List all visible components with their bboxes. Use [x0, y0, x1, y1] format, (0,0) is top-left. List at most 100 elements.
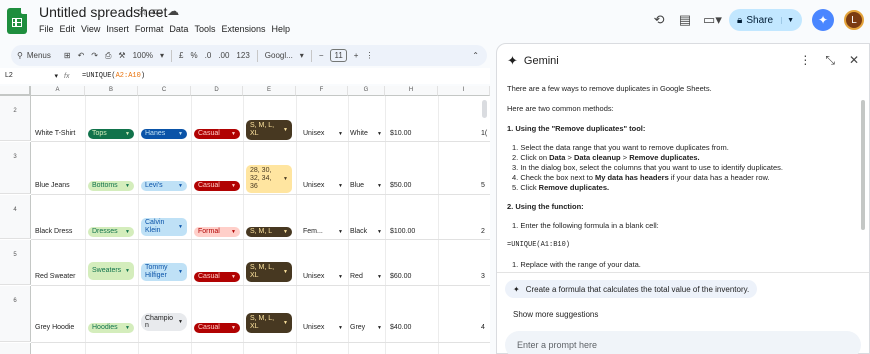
category-chip[interactable]: Tops ▼ [88, 129, 134, 139]
menu-format[interactable]: Format [135, 24, 164, 34]
cell-a4[interactable]: Black Dress [35, 228, 72, 235]
cell-i4[interactable]: 2 [481, 228, 485, 235]
decrease-font-icon[interactable]: − [319, 51, 324, 60]
category-chip[interactable]: Sweaters ▼ [88, 262, 134, 280]
color-dropdown[interactable]: Blue ▼ [350, 182, 382, 189]
menu-data[interactable]: Data [169, 24, 188, 34]
cell-a6[interactable]: Grey Hoodie [35, 324, 74, 331]
gender-dropdown[interactable]: Unisex ▼ [303, 182, 343, 189]
price-cell[interactable]: $60.00 [390, 273, 411, 280]
increase-font-icon[interactable]: + [354, 51, 359, 60]
price-cell[interactable]: $40.00 [390, 324, 411, 331]
folder-icon[interactable]: ▭ [152, 4, 167, 18]
menu-extensions[interactable]: Extensions [221, 24, 265, 34]
redo-icon[interactable]: ↷ [91, 51, 98, 60]
comments-icon[interactable]: ▤ [677, 12, 693, 28]
gender-dropdown[interactable]: Unisex ▼ [303, 130, 343, 137]
brand-chip[interactable]: Calvin Klein ▼ [141, 218, 187, 236]
column-header-f[interactable]: F [296, 86, 348, 96]
show-more-suggestions-button[interactable]: Show more suggestions [507, 307, 604, 321]
star-icon[interactable]: ☆ [137, 4, 152, 18]
style-chip[interactable]: Casual ▼ [194, 181, 240, 191]
history-icon[interactable]: ⟲ [651, 12, 667, 28]
more-options-icon[interactable]: ⋮ [365, 51, 373, 60]
expand-icon[interactable]: ⤡ [825, 53, 835, 68]
select-all-corner[interactable] [0, 86, 31, 96]
font-size-input[interactable]: 11 [330, 49, 347, 62]
menu-search[interactable]: ⚲ Menus [17, 51, 57, 60]
price-cell[interactable]: $100.00 [390, 228, 415, 235]
color-dropdown[interactable]: Black ▼ [350, 228, 382, 235]
suggestion-chip[interactable]: ✦ Create a formula that calculates the t… [505, 280, 758, 298]
increase-decimal-button[interactable]: .00 [218, 51, 229, 60]
zoom-select[interactable]: 100% [133, 51, 153, 60]
row-header-3[interactable]: 3 [0, 142, 31, 194]
sheets-logo-icon[interactable] [7, 8, 27, 34]
zoom-dropdown-icon[interactable]: ▾ [160, 51, 164, 60]
column-header-e[interactable]: E [243, 86, 296, 96]
column-header-a[interactable]: A [31, 86, 85, 96]
menu-view[interactable]: View [81, 24, 100, 34]
row-header-5[interactable]: 5 [0, 240, 31, 285]
collapse-toolbar-icon[interactable]: ⌃ [472, 51, 479, 60]
gender-dropdown[interactable]: Unisex ▼ [303, 273, 343, 280]
share-button[interactable]: 🔒︎ Share ▼ [729, 9, 802, 31]
style-chip[interactable]: Casual ▼ [194, 129, 240, 139]
price-cell[interactable]: $10.00 [390, 130, 411, 137]
style-chip[interactable]: Casual ▼ [194, 323, 240, 333]
paint-format-icon[interactable]: ⚒ [118, 51, 125, 60]
percent-button[interactable]: % [191, 51, 198, 60]
gender-dropdown[interactable]: Fem... ▼ [303, 228, 343, 235]
menu-edit[interactable]: Edit [60, 24, 76, 34]
color-dropdown[interactable]: White ▼ [350, 130, 382, 137]
row-header-2[interactable]: 2 [0, 96, 31, 141]
sizes-chip[interactable]: S, M, L, XL ▼ [246, 120, 292, 140]
cloud-icon[interactable]: ☁ [167, 4, 183, 18]
decrease-decimal-button[interactable]: .0 [205, 51, 212, 60]
column-header-g[interactable]: G [348, 86, 385, 96]
sizes-chip[interactable]: S, M, L, XL ▼ [246, 262, 292, 282]
spreadsheet-grid[interactable]: A B C D E F G H I 2 White T-Shirt Tops ▼ … [0, 86, 490, 354]
brand-chip[interactable]: Hanes ▼ [141, 129, 187, 139]
avatar[interactable]: L [844, 10, 864, 30]
cell-a5[interactable]: Red Sweater [35, 273, 75, 280]
row-header-4[interactable]: 4 [0, 195, 31, 239]
style-chip[interactable]: Formal ▼ [194, 227, 240, 237]
cell-i5[interactable]: 3 [481, 273, 485, 280]
brand-chip[interactable]: Champion ▼ [141, 313, 187, 331]
print-icon[interactable]: ⎙ [105, 51, 111, 61]
color-dropdown[interactable]: Red ▼ [350, 273, 382, 280]
column-header-b[interactable]: B [85, 86, 138, 96]
row-header-7[interactable] [0, 343, 31, 354]
currency-button[interactable]: £ [179, 51, 183, 60]
brand-chip[interactable]: Levi's ▼ [141, 181, 187, 191]
close-icon[interactable]: ✕ [849, 53, 859, 68]
column-header-i[interactable]: I [438, 86, 490, 96]
gender-dropdown[interactable]: Unisex ▼ [303, 324, 343, 331]
menu-file[interactable]: File [39, 24, 54, 34]
row-header-6[interactable]: 6 [0, 286, 31, 342]
cell-a3[interactable]: Blue Jeans [35, 182, 70, 189]
color-dropdown[interactable]: Grey ▼ [350, 324, 382, 331]
meet-icon[interactable]: ▭▾ [703, 12, 722, 28]
layout-icon[interactable]: ⊞ [64, 51, 71, 60]
category-chip[interactable]: Dresses ▼ [88, 227, 134, 237]
formula-input[interactable]: =UNIQUE(A2:A10) [82, 72, 145, 80]
column-header-h[interactable]: H [385, 86, 438, 96]
font-select[interactable]: Googl... [265, 51, 293, 60]
font-dropdown-icon[interactable]: ▾ [300, 51, 304, 60]
cell-i6[interactable]: 4 [481, 324, 485, 331]
grid-scrollbar[interactable] [482, 100, 487, 118]
menu-help[interactable]: Help [271, 24, 290, 34]
gemini-toggle-icon[interactable]: ✦ [812, 9, 834, 31]
price-cell[interactable]: $50.00 [390, 182, 411, 189]
sizes-chip[interactable]: S, M, L, XL ▼ [246, 313, 292, 333]
menu-insert[interactable]: Insert [106, 24, 129, 34]
cell-i3[interactable]: 5 [481, 182, 485, 189]
sizes-chip[interactable]: 28, 30, 32, 34, 36 ▼ [246, 165, 292, 193]
menu-tools[interactable]: Tools [194, 24, 215, 34]
more-options-icon[interactable]: ⋮ [799, 53, 811, 68]
category-chip[interactable]: Bottoms ▼ [88, 181, 134, 191]
gemini-scrollbar[interactable] [861, 100, 865, 230]
undo-icon[interactable]: ↶ [78, 51, 85, 60]
